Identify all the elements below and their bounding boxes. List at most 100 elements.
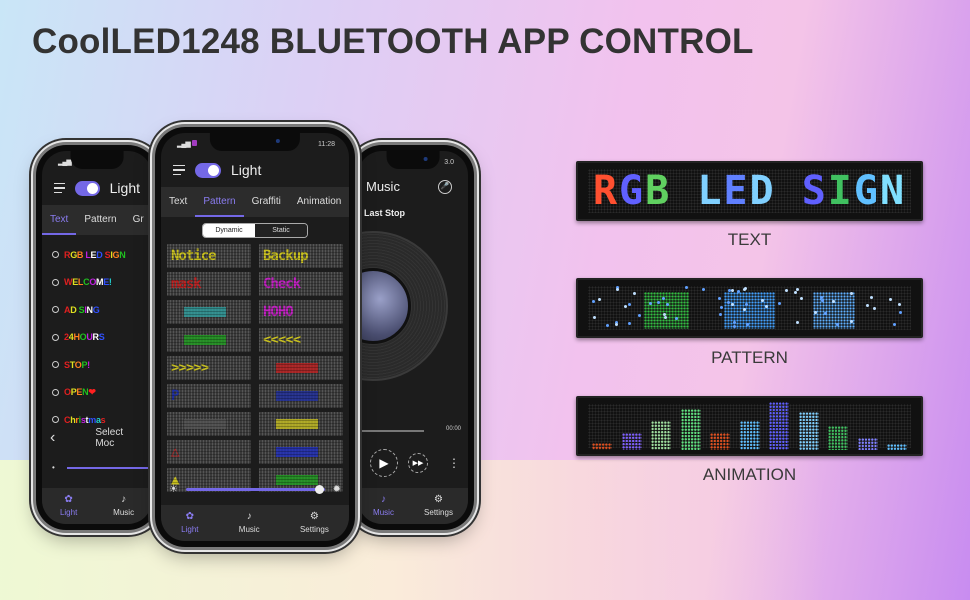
sign-label-text: TEXT	[727, 230, 772, 249]
nav-label: Settings	[299, 525, 329, 534]
radio-button[interactable]	[52, 388, 59, 396]
led-char: E	[723, 168, 750, 214]
text-item[interactable]: RGB LED SIGN	[52, 241, 152, 269]
nav-light[interactable]: ✿ Light	[181, 512, 198, 535]
radio-button[interactable]	[52, 361, 59, 369]
status-time: 3.0	[444, 158, 454, 166]
pattern-shape	[275, 419, 318, 429]
app-title: Light	[109, 180, 140, 196]
pattern-tile[interactable]: mask	[167, 272, 251, 296]
pattern-tile[interactable]: Notice	[167, 244, 251, 268]
text-item[interactable]: AD SING	[52, 296, 152, 324]
led-star	[888, 298, 892, 302]
text-item[interactable]: OPEN❤	[52, 379, 152, 407]
pattern-tile[interactable]: △	[167, 440, 251, 464]
text-item[interactable]: WELCOME!	[52, 269, 152, 297]
led-star	[778, 301, 782, 305]
equalizer-bar	[621, 433, 642, 450]
pattern-tile[interactable]: HOHO	[259, 300, 343, 324]
equalizer-bar	[739, 421, 760, 450]
pattern-tile[interactable]: <<<<<	[259, 328, 343, 352]
settings-icon: ⚙	[434, 494, 443, 505]
speed-icon: •	[52, 463, 55, 472]
pattern-tile[interactable]	[259, 384, 343, 408]
led-star	[796, 321, 800, 324]
song-title: Last Stop	[364, 208, 406, 218]
signal-icon: ▂▄▆	[177, 140, 197, 148]
bottom-nav: ♪ Music ⚙ Settings	[358, 488, 468, 524]
led-star	[638, 314, 642, 318]
vinyl-record	[358, 231, 448, 381]
nav-settings[interactable]: ⚙ Settings	[424, 494, 453, 518]
led-equalizer-display	[592, 402, 907, 450]
segment-dynamic[interactable]: Dynamic	[203, 224, 255, 237]
nav-music[interactable]: ♪ Music	[373, 494, 394, 518]
pattern-tile[interactable]	[259, 412, 343, 436]
pattern-tile[interactable]: P	[167, 384, 251, 408]
nav-light[interactable]: ✿ Light	[60, 495, 77, 518]
pattern-tile[interactable]: Check	[259, 272, 343, 296]
led-star	[730, 288, 734, 292]
pattern-tile[interactable]	[167, 412, 251, 436]
power-toggle[interactable]	[195, 162, 221, 178]
progress-bar[interactable]	[362, 430, 424, 432]
tab-pattern[interactable]: Pattern	[76, 205, 124, 235]
phone-center: ▂▄▆ 11:28 Light Text Pattern Graffiti Ani…	[155, 127, 355, 547]
tab-text[interactable]: Text	[161, 187, 195, 217]
nav-music[interactable]: ♪ Music	[113, 495, 134, 518]
tab-bar: Text Pattern Graffiti Animation	[161, 187, 349, 217]
play-button[interactable]: ▶	[370, 449, 398, 477]
equalizer-bar	[798, 411, 819, 450]
tab-graffiti[interactable]: Gr	[125, 205, 152, 235]
speed-slider[interactable]	[66, 466, 152, 469]
segment-static[interactable]: Static	[255, 224, 307, 237]
led-star	[870, 295, 874, 299]
nav-music[interactable]: ♪ Music	[239, 512, 260, 535]
back-icon[interactable]: ‹	[50, 429, 55, 447]
next-button[interactable]: ▶▶	[408, 453, 428, 473]
pattern-tile[interactable]: >>>>>	[167, 356, 251, 380]
phone-left-screen: ▂▄▆ Light Text Pattern Gr RGB LED SIGN WE…	[42, 151, 152, 524]
led-star	[719, 305, 723, 309]
microphone-icon[interactable]: 🎤	[438, 179, 452, 194]
tab-text[interactable]: Text	[42, 205, 77, 235]
menu-icon[interactable]	[54, 182, 66, 194]
radio-button[interactable]	[52, 333, 59, 341]
text-item[interactable]: STOP!	[52, 351, 152, 379]
pattern-tile[interactable]	[259, 356, 343, 380]
brightness-slider[interactable]	[185, 485, 325, 494]
radio-button[interactable]	[52, 278, 59, 286]
led-char: L	[697, 168, 724, 214]
text-item[interactable]: 24HOURS	[52, 324, 152, 352]
tab-graffiti[interactable]: Graffiti	[244, 187, 289, 217]
tab-animation[interactable]: Animation	[289, 187, 349, 217]
led-char: G	[619, 168, 646, 214]
music-icon: ♪	[380, 494, 386, 505]
led-star	[820, 298, 824, 302]
pattern-tile[interactable]	[167, 300, 251, 324]
equalizer-bar	[710, 433, 730, 450]
nav-label: Settings	[424, 508, 453, 517]
nav-label: Music	[373, 508, 394, 517]
slider-knob[interactable]	[315, 485, 325, 494]
pattern-tile[interactable]	[167, 328, 251, 352]
more-icon[interactable]: ⋮	[448, 457, 460, 469]
led-char	[776, 168, 802, 214]
radio-button[interactable]	[52, 306, 59, 314]
phone-center-screen: ▂▄▆ 11:28 Light Text Pattern Graffiti Ani…	[161, 133, 349, 541]
radio-button[interactable]	[52, 251, 59, 259]
power-toggle[interactable]	[75, 180, 100, 196]
app-title: Music	[366, 179, 400, 194]
pattern-grid: Notice Backup mask Check HOHO <<<<< >>>>> P △ ▲	[161, 244, 349, 492]
pattern-tile[interactable]: Backup	[259, 244, 343, 268]
led-char: S	[801, 168, 828, 214]
menu-icon[interactable]	[173, 164, 185, 176]
bottom-nav: ✿ Light ♪ Music	[42, 488, 152, 524]
pattern-shape	[183, 307, 226, 317]
pattern-tile[interactable]	[259, 440, 343, 464]
led-char: I	[827, 168, 854, 214]
led-star	[615, 287, 619, 291]
tab-pattern[interactable]: Pattern	[195, 187, 244, 217]
nav-settings[interactable]: ⚙ Settings	[299, 512, 329, 535]
pattern-shape	[275, 391, 318, 401]
